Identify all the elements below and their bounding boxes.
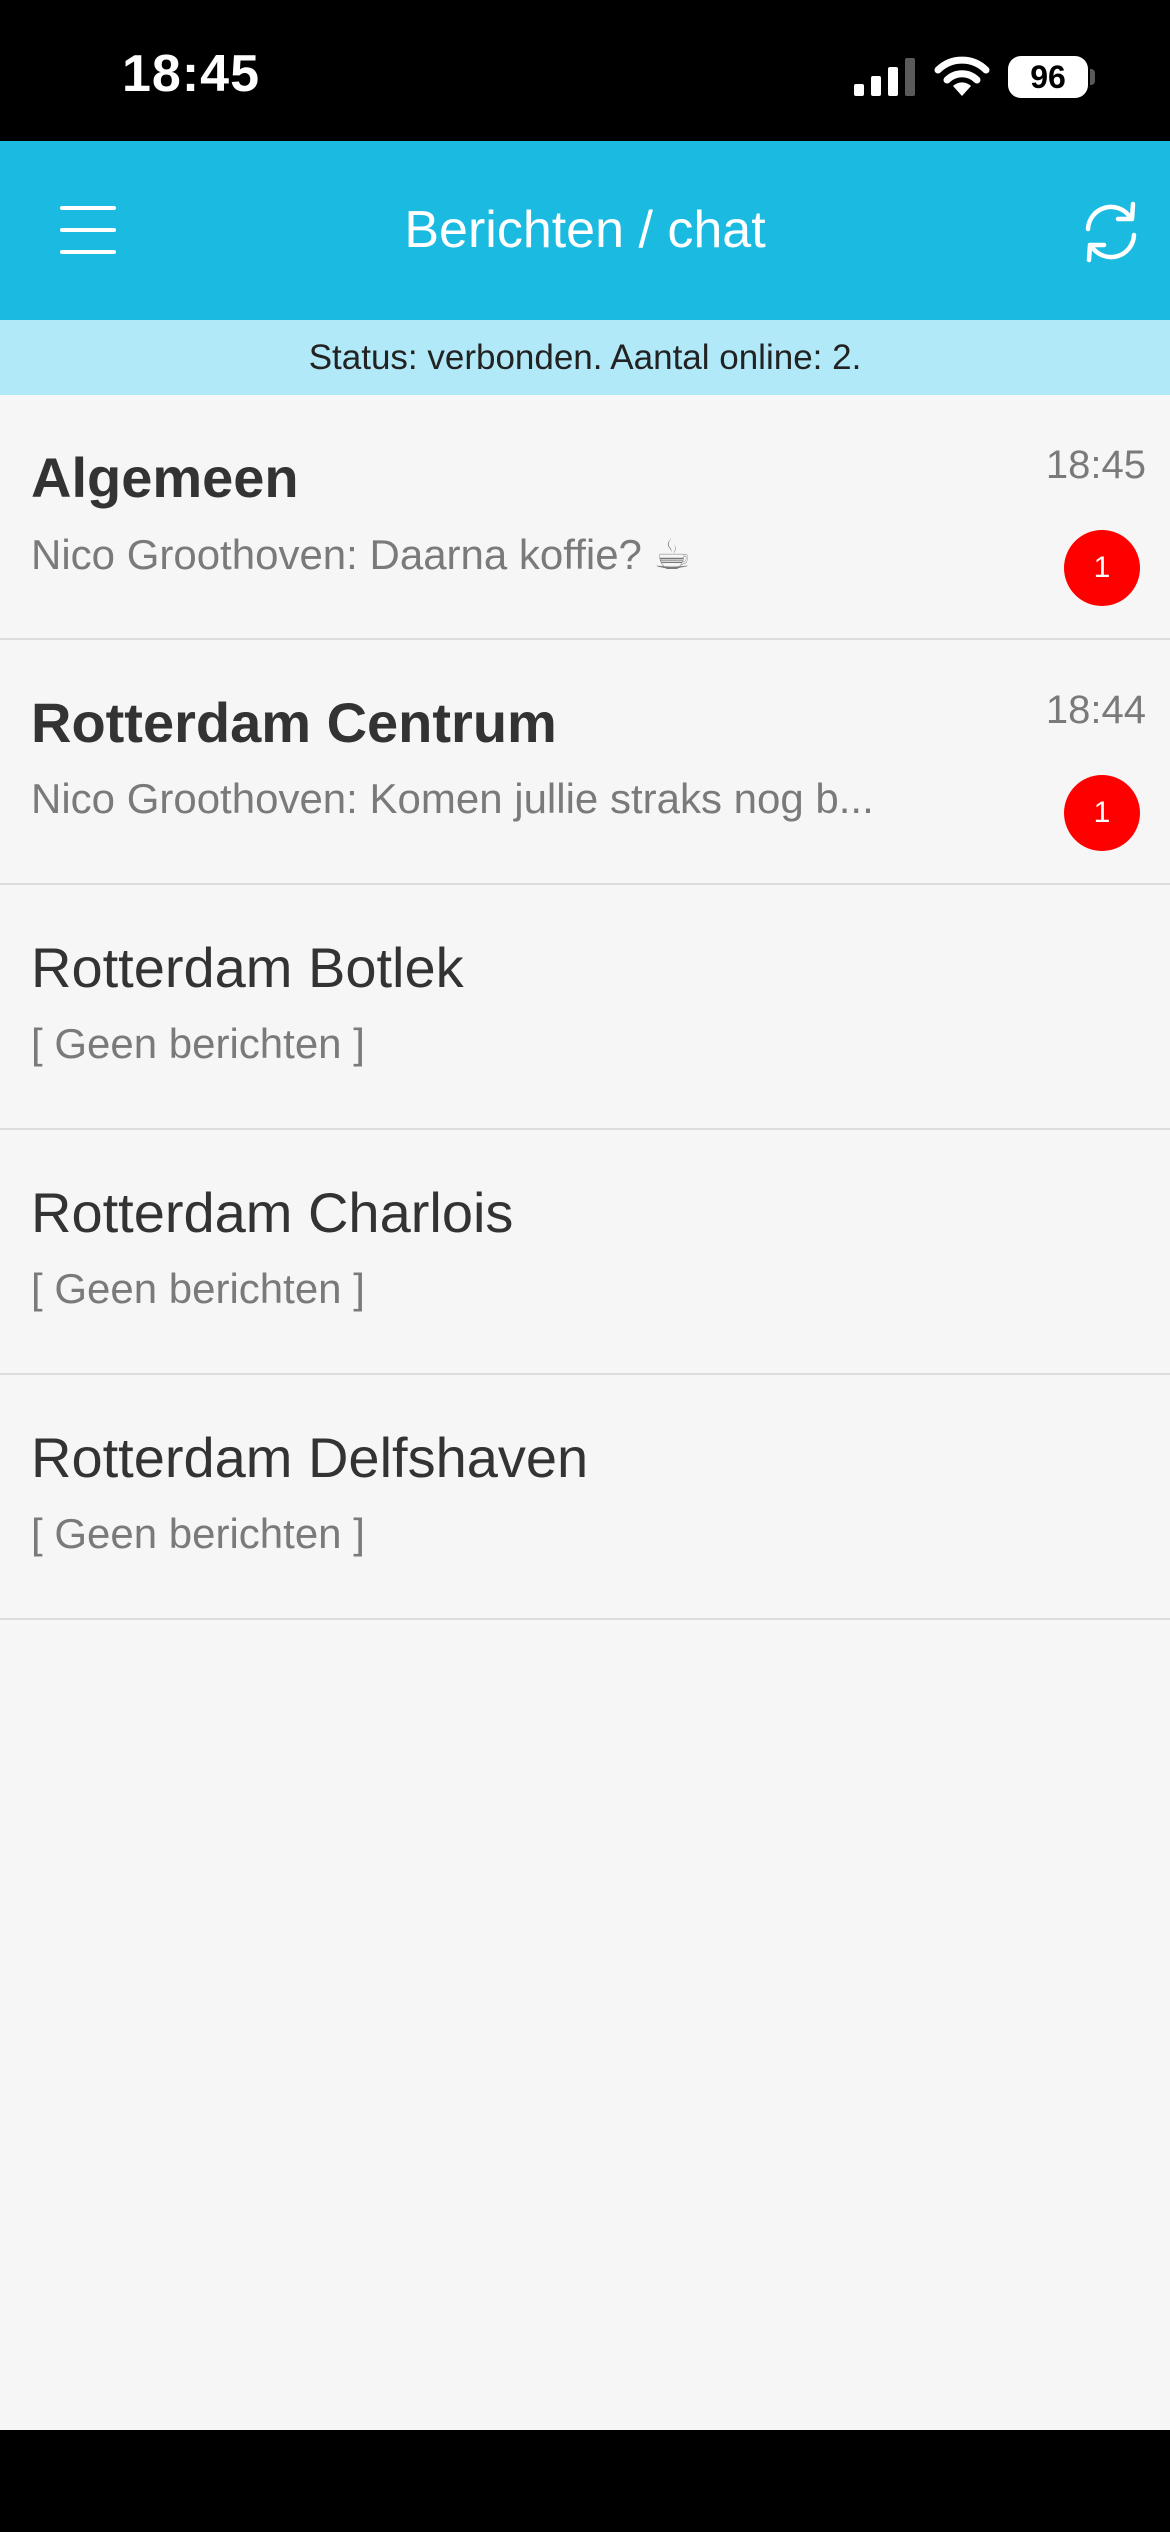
chat-preview: [ Geen berichten ] [31,1020,365,1067]
chat-item-rotterdam-delfshaven[interactable]: Rotterdam Delfshaven [ Geen berichten ] [0,1375,1170,1620]
chat-name: Rotterdam Charlois [31,1181,514,1244]
unread-badge: 1 [1064,775,1140,851]
chat-item-rotterdam-botlek[interactable]: Rotterdam Botlek [ Geen berichten ] [0,885,1170,1130]
battery-tip [1090,69,1095,85]
chat-name: Rotterdam Delfshaven [31,1426,589,1489]
refresh-icon[interactable] [1078,199,1144,265]
status-bar: 18:45 96 [0,0,1170,141]
chat-name: Algemeen [31,446,299,509]
connection-status-banner: Status: verbonden. Aantal online: 2. [0,320,1170,395]
chat-item-rotterdam-centrum[interactable]: Rotterdam Centrum Nico Groothoven: Komen… [0,640,1170,885]
chat-time: 18:45 [1045,443,1146,487]
home-indicator-bar [0,2430,1170,2532]
cellular-signal-icon [854,58,915,96]
unread-badge: 1 [1064,530,1140,606]
app-header: Berichten / chat [0,141,1170,320]
chat-preview: Nico Groothoven: Komen jullie straks nog… [31,775,874,822]
chat-preview: [ Geen berichten ] [31,1510,365,1557]
hamburger-menu-icon[interactable] [52,202,120,258]
chat-item-algemeen[interactable]: Algemeen Nico Groothoven: Daarna koffie?… [0,395,1170,640]
page-title: Berichten / chat [404,201,766,259]
chat-item-rotterdam-charlois[interactable]: Rotterdam Charlois [ Geen berichten ] [0,1130,1170,1375]
chat-list: Algemeen Nico Groothoven: Daarna koffie?… [0,395,1170,1620]
wifi-icon [934,56,990,96]
chat-preview: Nico Groothoven: Daarna koffie? ☕ [31,531,692,578]
battery-indicator: 96 [1008,56,1088,98]
status-time: 18:45 [122,45,260,103]
chat-preview: [ Geen berichten ] [31,1265,365,1312]
chat-name: Rotterdam Botlek [31,936,464,999]
chat-time: 18:44 [1045,688,1146,732]
chat-name: Rotterdam Centrum [31,691,557,754]
